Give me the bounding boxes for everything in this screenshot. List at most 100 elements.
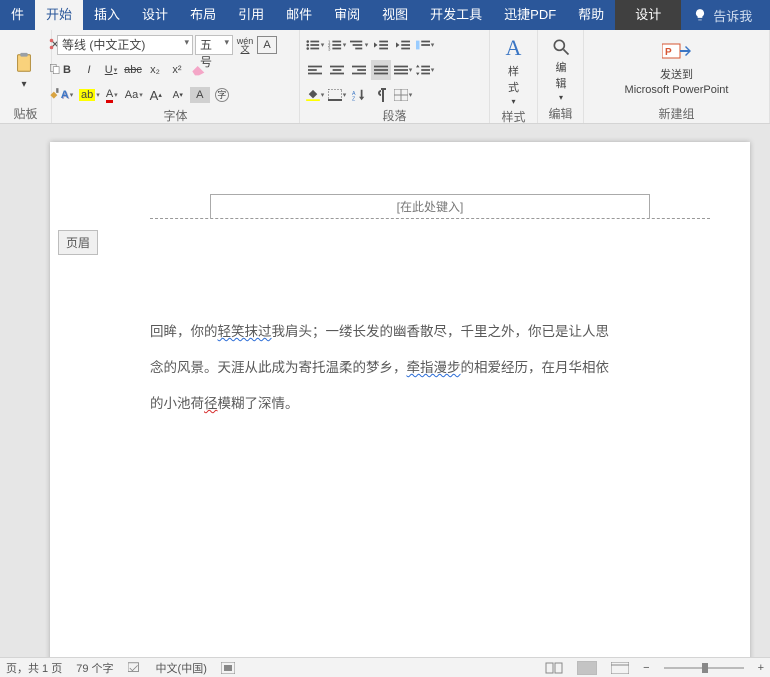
group-paragraph: 123 AZ 段落 xyxy=(300,30,490,123)
tab-mail[interactable]: 邮件 xyxy=(275,0,323,30)
tab-design[interactable]: 设计 xyxy=(131,0,179,30)
group-font: 等线 (中文正文) 五号 wén文 A B I U abc x₂ x² A ab… xyxy=(52,30,300,123)
paste-button[interactable]: ▾ xyxy=(5,33,43,105)
proof-blue-1: 轻笑抹过 xyxy=(218,324,272,339)
group-label-font: 字体 xyxy=(57,107,294,124)
borders-icon xyxy=(328,89,342,101)
show-marks-button[interactable] xyxy=(371,85,391,105)
char-shading-button[interactable]: A xyxy=(190,87,210,103)
zoom-out-button[interactable]: − xyxy=(643,662,649,674)
web-layout-icon[interactable] xyxy=(611,662,629,674)
svg-text:3: 3 xyxy=(328,46,331,51)
zoom-in-button[interactable]: + xyxy=(758,662,764,674)
text-direction-button[interactable] xyxy=(415,35,435,55)
body-text[interactable]: 回眸，你的轻笑抹过我肩头；一缕长发的幽香散尽，千里之外，你已是让人思 念的风景。… xyxy=(150,314,660,422)
tab-xunjie[interactable]: 迅捷PDF xyxy=(493,0,567,30)
multilevel-list-button[interactable] xyxy=(349,35,369,55)
outdent-icon xyxy=(374,39,388,51)
numbering-button[interactable]: 123 xyxy=(327,35,347,55)
group-styles: A 样式▾ 样式 xyxy=(490,30,538,123)
proof-red-1: 径 xyxy=(204,396,218,411)
superscript-button[interactable]: x² xyxy=(167,60,187,80)
tab-file[interactable]: 件 xyxy=(0,0,35,30)
print-layout-view[interactable] xyxy=(577,661,597,675)
group-label-styles: 样式 xyxy=(495,108,532,125)
tab-references[interactable]: 引用 xyxy=(227,0,275,30)
enclose-char-button[interactable]: 字 xyxy=(212,85,232,105)
decrease-indent-button[interactable] xyxy=(371,35,391,55)
align-left-button[interactable] xyxy=(305,60,325,80)
tab-view[interactable]: 视图 xyxy=(371,0,419,30)
page[interactable]: [在此处键入] 页眉 回眸，你的轻笑抹过我肩头；一缕长发的幽香散尽，千里之外，你… xyxy=(50,142,750,657)
tab-insert[interactable]: 插入 xyxy=(83,0,131,30)
distributed-icon xyxy=(394,64,408,76)
status-language[interactable]: 中文(中国) xyxy=(156,660,207,676)
document-area: [在此处键入] 页眉 回眸，你的轻笑抹过我肩头；一缕长发的幽香散尽，千里之外，你… xyxy=(0,124,770,657)
numbering-icon: 123 xyxy=(328,39,342,51)
status-page[interactable]: 页，共 1 页 xyxy=(6,660,62,676)
shrink-font-button[interactable]: A▾ xyxy=(168,85,188,105)
tell-me[interactable]: 告诉我 xyxy=(681,0,764,30)
group-label-paragraph: 段落 xyxy=(305,107,484,124)
clipboard-icon xyxy=(13,49,35,77)
font-size-select[interactable]: 五号 xyxy=(195,35,233,55)
snap-to-grid-button[interactable] xyxy=(393,85,413,105)
sort-icon: AZ xyxy=(352,89,366,101)
bullets-icon xyxy=(306,39,320,51)
tab-layout[interactable]: 布局 xyxy=(179,0,227,30)
indent-icon xyxy=(396,39,410,51)
line-spacing-button[interactable] xyxy=(415,60,435,80)
bullets-button[interactable] xyxy=(305,35,325,55)
align-right-button[interactable] xyxy=(349,60,369,80)
grid-icon xyxy=(394,89,408,101)
strikethrough-button[interactable]: abc xyxy=(123,60,143,80)
zoom-slider[interactable] xyxy=(664,667,744,669)
char-border-button[interactable]: A xyxy=(257,36,277,54)
borders-button[interactable] xyxy=(327,85,347,105)
tab-dev[interactable]: 开发工具 xyxy=(419,0,493,30)
styles-button[interactable]: A 样式▾ xyxy=(495,33,532,108)
tab-context-design[interactable]: 设计 xyxy=(615,0,681,30)
send-to-powerpoint-button[interactable]: P 发送到 Microsoft PowerPoint xyxy=(589,33,764,105)
tell-me-label: 告诉我 xyxy=(713,6,752,25)
font-color-button[interactable]: A xyxy=(102,85,122,105)
tab-review[interactable]: 审阅 xyxy=(323,0,371,30)
tab-help[interactable]: 帮助 xyxy=(567,0,615,30)
align-center-icon xyxy=(330,64,344,76)
highlight-button[interactable]: ab xyxy=(79,85,100,105)
read-mode-icon[interactable] xyxy=(545,662,563,674)
align-center-button[interactable] xyxy=(327,60,347,80)
change-case-button[interactable]: Aa xyxy=(124,85,144,105)
increase-indent-button[interactable] xyxy=(393,35,413,55)
underline-button[interactable]: U xyxy=(101,60,121,80)
align-justify-icon xyxy=(374,64,388,76)
multilevel-icon xyxy=(350,39,364,51)
bold-button[interactable]: B xyxy=(57,60,77,80)
macro-status-icon[interactable] xyxy=(221,662,235,674)
proof-blue-2: 牵指漫步 xyxy=(407,360,461,375)
styles-icon: A xyxy=(506,35,522,61)
align-distributed-button[interactable] xyxy=(393,60,413,80)
phonetic-guide-button[interactable]: wén文 xyxy=(235,35,255,55)
subscript-button[interactable]: x₂ xyxy=(145,60,165,80)
text-effects-button[interactable]: A xyxy=(57,85,77,105)
direction-icon xyxy=(416,39,430,51)
spellcheck-status-icon[interactable] xyxy=(128,662,142,674)
editing-button[interactable]: 编辑▾ xyxy=(543,33,579,105)
align-left-icon xyxy=(308,64,322,76)
align-justify-button[interactable] xyxy=(371,60,391,80)
shading-button[interactable] xyxy=(305,85,325,105)
status-wordcount[interactable]: 79 个字 xyxy=(76,660,113,676)
find-icon xyxy=(551,37,571,57)
header-input[interactable]: [在此处键入] xyxy=(210,194,650,218)
group-clipboard: ▾ 贴板 xyxy=(0,30,52,123)
font-family-select[interactable]: 等线 (中文正文) xyxy=(57,35,193,55)
tab-home[interactable]: 开始 xyxy=(35,0,83,30)
header-tag[interactable]: 页眉 xyxy=(58,230,98,255)
sort-button[interactable]: AZ xyxy=(349,85,369,105)
italic-button[interactable]: I xyxy=(79,60,99,80)
group-label-sendto: 新建组 xyxy=(589,105,764,123)
grow-font-button[interactable]: A▴ xyxy=(146,85,166,105)
send-to-ppt-icon: P xyxy=(662,42,692,64)
ribbon: ▾ 贴板 等线 (中文正文) 五号 wén文 A B I U abc x₂ xyxy=(0,30,770,124)
